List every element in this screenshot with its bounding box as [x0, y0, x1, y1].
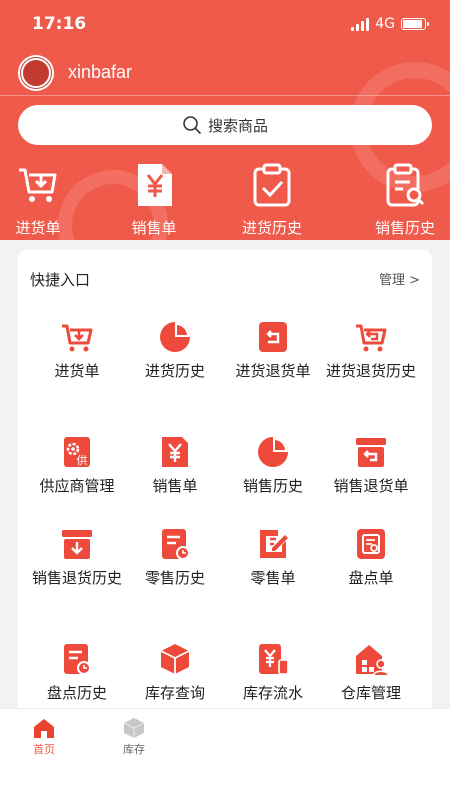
top-actions: 进货单 销售单 进货历史 销售历史 [0, 160, 450, 240]
box-return-icon [356, 438, 386, 467]
shortcut-label: 进货历史 [144, 362, 205, 380]
tab-bar: 首页 库存 [0, 708, 450, 800]
battery-icon [401, 18, 429, 30]
shortcut-label: 库存流水 [242, 684, 303, 702]
network-label: 4G [375, 16, 395, 32]
tab-inventory[interactable]: 库存 [102, 717, 166, 757]
top-action-label: 销售单 [131, 219, 177, 237]
pie-chart-icon [258, 437, 288, 467]
yen-document-icon [138, 164, 172, 206]
shortcut-label: 销售单 [152, 477, 198, 495]
app-name: xinbafar [68, 62, 133, 82]
manage-link[interactable]: 管理 > [379, 269, 420, 288]
edit-document-icon [260, 530, 288, 558]
shortcut-label: 进货退货历史 [325, 362, 416, 380]
shortcut-label: 仓库管理 [340, 684, 401, 702]
bull-logo-icon [21, 57, 51, 88]
pie-chart-icon [160, 322, 190, 352]
tab-label: 首页 [33, 743, 55, 756]
supplier-gear-icon: 供 [64, 437, 90, 467]
cart-download-icon [19, 168, 57, 202]
supplier-badge: 供 [77, 453, 88, 467]
yen-document-icon [162, 437, 188, 467]
status-bar: 17:16 4G [0, 0, 450, 50]
cube-icon [160, 644, 190, 674]
tab-home[interactable]: 首页 [12, 717, 76, 757]
document-clock-icon [64, 644, 91, 675]
status-time: 17:16 [32, 14, 87, 34]
shortcut-label: 库存查询 [144, 684, 205, 702]
shortcut-label: 进货退货单 [235, 362, 311, 380]
shortcut-label: 零售历史 [144, 569, 205, 587]
inventory-check-icon [357, 529, 385, 559]
cart-return-icon [356, 324, 387, 352]
app-logo[interactable] [18, 54, 54, 91]
search-bar[interactable]: 搜索商品 [18, 105, 432, 145]
shortcut-label: 供应商管理 [39, 477, 115, 495]
shortcut-label: 零售单 [250, 569, 296, 587]
cart-download-icon [62, 324, 93, 352]
box-icon [123, 718, 145, 738]
tab-bar-overlay [190, 709, 450, 800]
status-indicators: 4G [351, 16, 429, 32]
shortcut-label: 销售退货历史 [31, 569, 122, 587]
clipboard-search-icon [386, 163, 425, 207]
return-clipboard-icon [259, 322, 287, 352]
top-action-label: 销售历史 [374, 219, 435, 237]
shortcuts-title: 快捷入口 [30, 271, 91, 289]
shortcuts-card: 快捷入口 管理 > 进货单 进货历史 进货退货单 进货退货历史 供 供应商管理 … [18, 250, 432, 720]
box-download-icon [62, 530, 92, 559]
list-clock-icon [162, 529, 190, 560]
search-icon [183, 116, 201, 134]
shortcut-label: 盘点单 [348, 569, 394, 587]
shortcut-label: 进货单 [54, 362, 100, 380]
tab-label: 库存 [123, 743, 145, 756]
top-action-label: 进货单 [15, 219, 61, 237]
warehouse-user-icon [356, 645, 388, 676]
yen-flow-icon [259, 644, 289, 675]
home-icon [34, 719, 54, 738]
app-header: xinbafar [0, 50, 450, 96]
shortcut-label: 销售历史 [242, 477, 303, 495]
top-action-label: 进货历史 [241, 219, 302, 237]
shortcut-label: 销售退货单 [333, 477, 409, 495]
clipboard-check-icon [253, 163, 291, 207]
search-placeholder: 搜索商品 [207, 116, 268, 135]
signal-icon [351, 17, 370, 31]
shortcut-label: 盘点历史 [46, 684, 107, 702]
